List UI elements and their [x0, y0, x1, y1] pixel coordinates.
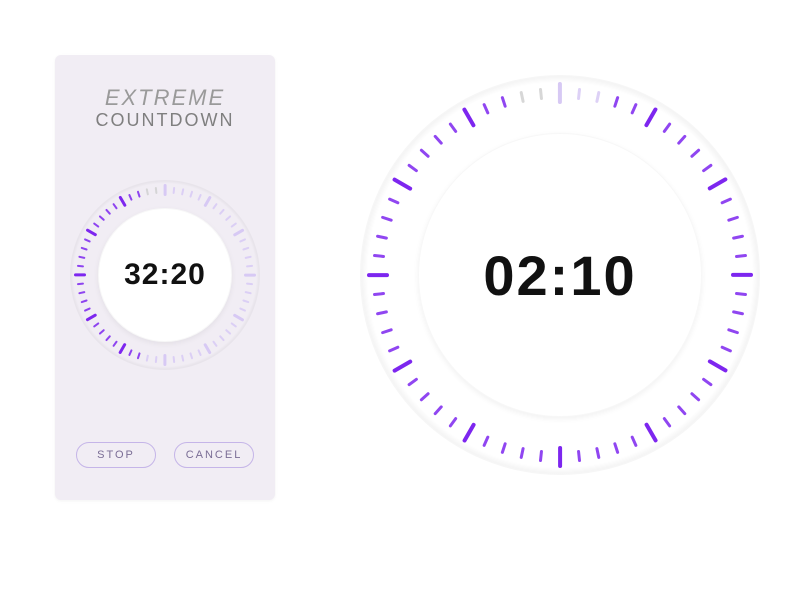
dial-tick	[367, 273, 389, 277]
timer-card: EXTREME COUNTDOWN 32:20 STOP CANCEL	[55, 55, 275, 500]
dial-tick	[244, 274, 256, 277]
large-countdown-dial: 02:10	[360, 75, 760, 475]
small-time-readout: 32:20	[124, 258, 206, 292]
dial-tick	[164, 184, 167, 196]
button-row: STOP CANCEL	[55, 442, 275, 468]
dial-tick	[558, 446, 562, 468]
large-time-readout: 02:10	[483, 243, 636, 308]
stop-button[interactable]: STOP	[76, 442, 156, 468]
app-canvas: EXTREME COUNTDOWN 32:20 STOP CANCEL 02:1…	[0, 0, 800, 600]
dial-tick	[558, 82, 562, 104]
dial-tick	[731, 273, 753, 277]
dial-tick	[164, 354, 167, 366]
title-line-2: COUNTDOWN	[55, 110, 275, 131]
dial-face: 02:10	[418, 133, 702, 417]
dial-face: 32:20	[98, 208, 232, 342]
dial-tick	[74, 274, 86, 277]
title-line-1: EXTREME	[55, 85, 275, 111]
small-countdown-dial: 32:20	[70, 180, 260, 370]
cancel-button[interactable]: CANCEL	[174, 442, 254, 468]
